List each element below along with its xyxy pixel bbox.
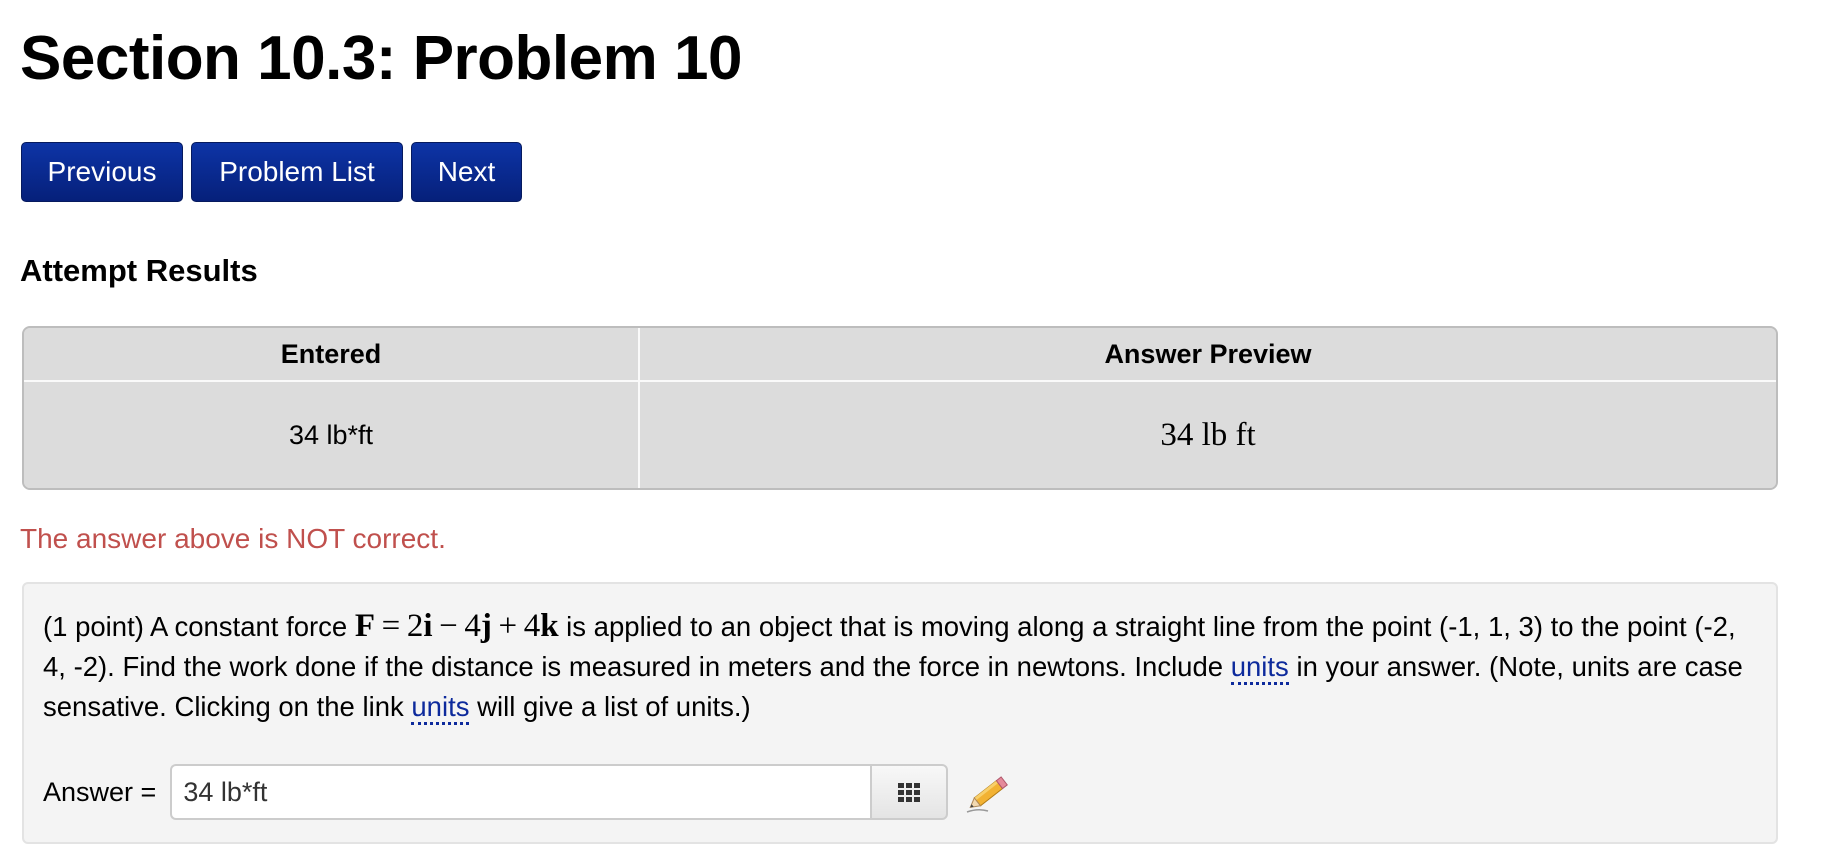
previous-button[interactable]: Previous bbox=[21, 142, 183, 202]
answer-row: Answer = bbox=[43, 764, 1016, 820]
answer-status-message: The answer above is NOT correct. bbox=[20, 523, 446, 554]
force-expression: F = 2i − 4j + 4k bbox=[354, 608, 559, 644]
pencil-icon[interactable] bbox=[964, 768, 1016, 816]
table-row: 34 lb*ft 34 lb ft bbox=[24, 380, 1776, 488]
keypad-button[interactable] bbox=[870, 764, 949, 820]
table-header-row: Entered Answer Preview bbox=[24, 328, 1776, 382]
problem-list-button[interactable]: Problem List bbox=[191, 142, 403, 202]
next-button[interactable]: Next bbox=[411, 142, 522, 202]
units-link[interactable]: units bbox=[1230, 651, 1289, 685]
problem-navigation: Previous Problem List Next bbox=[21, 142, 522, 202]
problem-panel: (1 point) A constant force F = 2i − 4j +… bbox=[22, 582, 1778, 844]
answer-label: Answer = bbox=[43, 776, 157, 807]
entered-column-header: Entered bbox=[24, 328, 640, 382]
keypad-grid-icon bbox=[898, 782, 921, 802]
attempt-results-heading: Attempt Results bbox=[20, 253, 258, 288]
entered-answer-cell: 34 lb*ft bbox=[24, 380, 640, 488]
units-link-2[interactable]: units bbox=[411, 691, 470, 725]
page-title: Section 10.3: Problem 10 bbox=[20, 24, 742, 93]
attempt-results-table: Entered Answer Preview 34 lb*ft 34 lb ft bbox=[22, 326, 1778, 490]
answer-input[interactable] bbox=[170, 764, 871, 820]
answer-preview-column-header: Answer Preview bbox=[638, 328, 1776, 382]
problem-statement: (1 point) A constant force F = 2i − 4j +… bbox=[43, 606, 1743, 727]
problem-intro-text: (1 point) A constant force bbox=[43, 611, 355, 642]
problem-text-part-3: will give a list of units.) bbox=[469, 691, 751, 722]
answer-preview-cell: 34 lb ft bbox=[638, 380, 1776, 488]
